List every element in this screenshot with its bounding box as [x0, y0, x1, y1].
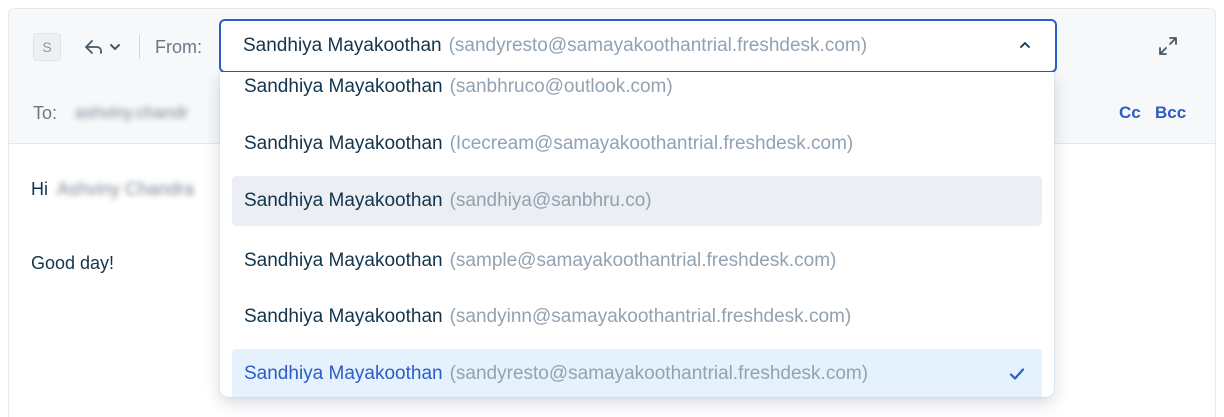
from-select[interactable]: Sandhiya Mayakoothan (sandyresto@samayak… [219, 19, 1057, 73]
from-option[interactable]: Sandhiya Mayakoothan (sandyinn@samayakoo… [232, 292, 1042, 342]
option-name: Sandhiya Mayakoothan [244, 76, 443, 97]
chevron-up-icon [1020, 42, 1030, 48]
from-selected-name: Sandhiya Mayakoothan [243, 35, 442, 56]
reply-type-button[interactable] [83, 34, 129, 60]
from-dropdown-menu: Sandhiya Mayakoothan (sanbhruco@outlook.… [220, 72, 1054, 397]
option-name: Sandhiya Mayakoothan [244, 133, 443, 154]
from-label: From: [155, 37, 202, 57]
from-option[interactable]: Sandhiya Mayakoothan (sample@samayakooth… [232, 236, 1042, 286]
body-line: Good day! [31, 253, 115, 273]
check-icon [1009, 368, 1025, 380]
option-email: (sandyinn@samayakoothantrial.freshdesk.c… [449, 306, 852, 327]
greeting-prefix: Hi [31, 179, 48, 199]
bcc-link[interactable]: Bcc [1155, 103, 1186, 123]
reply-arrow-icon [85, 40, 102, 54]
option-email: (Icecream@samayakoothantrial.freshdesk.c… [449, 133, 854, 154]
option-name: Sandhiya Mayakoothan [244, 250, 443, 271]
option-email: (sample@samayakoothantrial.freshdesk.com… [449, 250, 837, 271]
option-email: (sandyresto@samayakoothantrial.freshdesk… [449, 363, 869, 384]
to-recipient[interactable]: ashviny.chandr [75, 103, 188, 123]
greeting-name: Ashviny Chandra [57, 179, 195, 199]
cc-link[interactable]: Cc [1119, 103, 1141, 123]
option-email: (sandhiya@sanbhru.co) [449, 190, 652, 211]
from-option[interactable]: Sandhiya Mayakoothan (Icecream@samayakoo… [232, 119, 1042, 169]
from-selected-email: (sandyresto@samayakoothantrial.freshdesk… [448, 35, 868, 56]
to-label: To: [33, 103, 58, 123]
avatar: S [33, 33, 61, 61]
chevron-down-icon [110, 44, 120, 50]
from-option[interactable]: Sandhiya Mayakoothan (sanbhruco@outlook.… [232, 72, 1042, 112]
expand-arrows-icon[interactable] [1155, 33, 1181, 59]
from-option-hovered[interactable]: Sandhiya Mayakoothan (sandhiya@sanbhru.c… [232, 176, 1042, 226]
greeting-line: Hi Ashviny Chandra [31, 179, 194, 200]
toolbar-divider [139, 35, 140, 59]
option-name: Sandhiya Mayakoothan [244, 363, 443, 384]
option-name: Sandhiya Mayakoothan [244, 190, 443, 211]
option-name: Sandhiya Mayakoothan [244, 306, 443, 327]
option-email: (sanbhruco@outlook.com) [449, 76, 673, 97]
from-option-selected[interactable]: Sandhiya Mayakoothan (sandyresto@samayak… [232, 349, 1042, 397]
